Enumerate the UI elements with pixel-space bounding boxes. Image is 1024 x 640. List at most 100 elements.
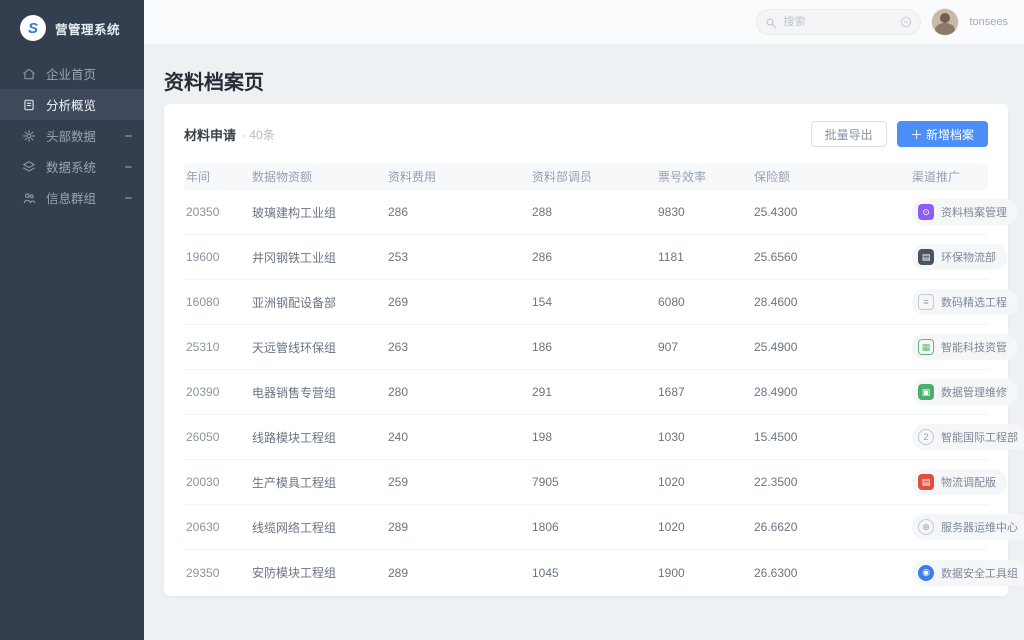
column-header-2: 资料费用 (386, 168, 530, 185)
list-icon: ≡ (918, 294, 934, 310)
cell-staff: 198 (530, 430, 656, 444)
badge-label: 智能国际工程部 (941, 429, 1018, 445)
cell-badge: ▤环保物流部 (910, 244, 1007, 270)
table-row: 20350玻璃建构工业组286288983025.4300⊙资料档案管理 (184, 190, 988, 235)
column-header-0: 年间 (184, 168, 250, 185)
cell-year: 19600 (184, 250, 250, 264)
column-header-3: 资料部调员 (530, 168, 656, 185)
users-icon (22, 191, 36, 205)
cell-name: 生产模具工程组 (250, 474, 386, 491)
cell-fee: 280 (386, 385, 530, 399)
number-icon: 2 (918, 429, 934, 445)
main-content: 资料档案页 材料申请 · 40条 批量导出 ＋ 新增档案 年间数据物资额资料费用… (144, 44, 1024, 640)
column-header-4: 票号效率 (656, 168, 752, 185)
sidebar-item-3[interactable]: 数据系统 (0, 151, 144, 182)
calendar-icon: ▦ (918, 339, 934, 355)
sidebar-item-4[interactable]: 信息群组 (0, 182, 144, 213)
cell-name: 玻璃建构工业组 (250, 204, 386, 221)
table-row: 25310天远管线环保组26318690725.4900▦智能科技资管 (184, 325, 988, 370)
cell-insurance: 25.4900 (752, 340, 910, 354)
badge-label: 数据安全工具组 (941, 565, 1018, 581)
cell-name: 安防模块工程组 (250, 564, 386, 581)
globe-icon: ⊕ (918, 519, 934, 535)
column-header-5: 保险额 (752, 168, 910, 185)
cell-year: 20350 (184, 205, 250, 219)
table-row: 19600井冈钢铁工业组253286118125.6560▤环保物流部 (184, 235, 988, 280)
cell-badge: 2 智能国际工程部 (910, 424, 1024, 450)
channel-badge[interactable]: 2 智能国际工程部 (912, 424, 1024, 450)
channel-badge[interactable]: ⊕ 服务器运维中心 (912, 514, 1024, 540)
cell-name: 电器销售专营组 (250, 384, 386, 401)
channel-badge[interactable]: ⊙ 资料档案管理 (912, 199, 1018, 225)
cell-year: 16080 (184, 295, 250, 309)
channel-badge[interactable]: ▣数据管理维修 (912, 379, 1018, 405)
sidebar-item-1[interactable]: 分析概览 (0, 89, 144, 120)
column-header-1: 数据物资额 (250, 168, 386, 185)
username: tonsees (969, 16, 1008, 28)
archive-icon: ⊙ (918, 204, 934, 220)
cell-staff: 7905 (530, 475, 656, 489)
export-button[interactable]: 批量导出 (811, 121, 887, 147)
cell-fee: 286 (386, 205, 530, 219)
cell-rate: 6080 (656, 295, 752, 309)
cell-name: 井冈钢铁工业组 (250, 249, 386, 266)
avatar[interactable] (932, 9, 958, 35)
cell-insurance: 28.4900 (752, 385, 910, 399)
channel-badge[interactable]: ◉ 数据安全工具组 (912, 560, 1024, 586)
layers-icon (22, 160, 36, 174)
add-record-button[interactable]: ＋ 新增档案 (897, 121, 988, 147)
badge-label: 资料档案管理 (941, 204, 1007, 220)
cell-staff: 288 (530, 205, 656, 219)
brand-logo-icon: S (20, 15, 46, 41)
channel-badge[interactable]: ▤环保物流部 (912, 244, 1007, 270)
cell-insurance: 22.3500 (752, 475, 910, 489)
cell-name: 线路模块工程组 (250, 429, 386, 446)
cell-insurance: 25.6560 (752, 250, 910, 264)
table-header-row: 年间数据物资额资料费用资料部调员票号效率保险额渠道推广 (184, 163, 988, 190)
column-header-6: 渠道推广 (910, 168, 988, 185)
table-row: 20030生产模具工程组2597905102022.3500▤物流调配版 (184, 460, 988, 505)
cell-staff: 291 (530, 385, 656, 399)
page-title: 资料档案页 (164, 66, 1024, 95)
card-icon: ▤ (918, 249, 934, 265)
sidebar-item-label: 企业首页 (46, 64, 96, 83)
cell-name: 亚洲钢配设备部 (250, 294, 386, 311)
cell-rate: 1020 (656, 520, 752, 534)
cell-fee: 263 (386, 340, 530, 354)
cell-badge: ▦智能科技资管 (910, 334, 1018, 360)
cell-year: 29350 (184, 566, 250, 580)
channel-badge[interactable]: ≡数码精选工程 (912, 289, 1018, 315)
table-row: 20630线缆网络工程组2891806102026.6620⊕服务器运维中心 (184, 505, 988, 550)
cell-rate: 1900 (656, 566, 752, 580)
card-meta: · 40条 (242, 126, 275, 143)
cell-fee: 259 (386, 475, 530, 489)
cell-staff: 1045 (530, 566, 656, 580)
card-subtitle: 材料申请 (184, 125, 236, 144)
badge-label: 物流调配版 (941, 474, 996, 490)
cell-year: 20030 (184, 475, 250, 489)
sidebar-item-label: 头部数据 (46, 126, 96, 145)
cell-year: 26050 (184, 430, 250, 444)
search-input[interactable] (756, 9, 921, 35)
sidebar-item-2[interactable]: 头部数据 (0, 120, 144, 151)
image-icon: ▣ (918, 384, 934, 400)
cell-badge: ⊙ 资料档案管理 (910, 199, 1018, 225)
cell-badge: ▣数据管理维修 (910, 379, 1018, 405)
cell-rate: 1030 (656, 430, 752, 444)
table-row: 20390电器销售专营组280291168728.4900▣数据管理维修 (184, 370, 988, 415)
topbar: tonsees (144, 0, 1024, 44)
cell-badge: ▤物流调配版 (910, 469, 1007, 495)
channel-badge[interactable]: ▤物流调配版 (912, 469, 1007, 495)
badge-label: 服务器运维中心 (941, 519, 1018, 535)
home-icon (22, 67, 36, 81)
cell-year: 20390 (184, 385, 250, 399)
cell-year: 20630 (184, 520, 250, 534)
target-icon: ◉ (918, 565, 934, 581)
cell-year: 25310 (184, 340, 250, 354)
cell-rate: 1687 (656, 385, 752, 399)
sidebar-item-0[interactable]: 企业首页 (0, 58, 144, 89)
cell-badge: ◉ 数据安全工具组 (910, 560, 1024, 586)
channel-badge[interactable]: ▦智能科技资管 (912, 334, 1018, 360)
submenu-indicator-icon (125, 135, 132, 137)
input-action-icon[interactable] (899, 15, 913, 29)
